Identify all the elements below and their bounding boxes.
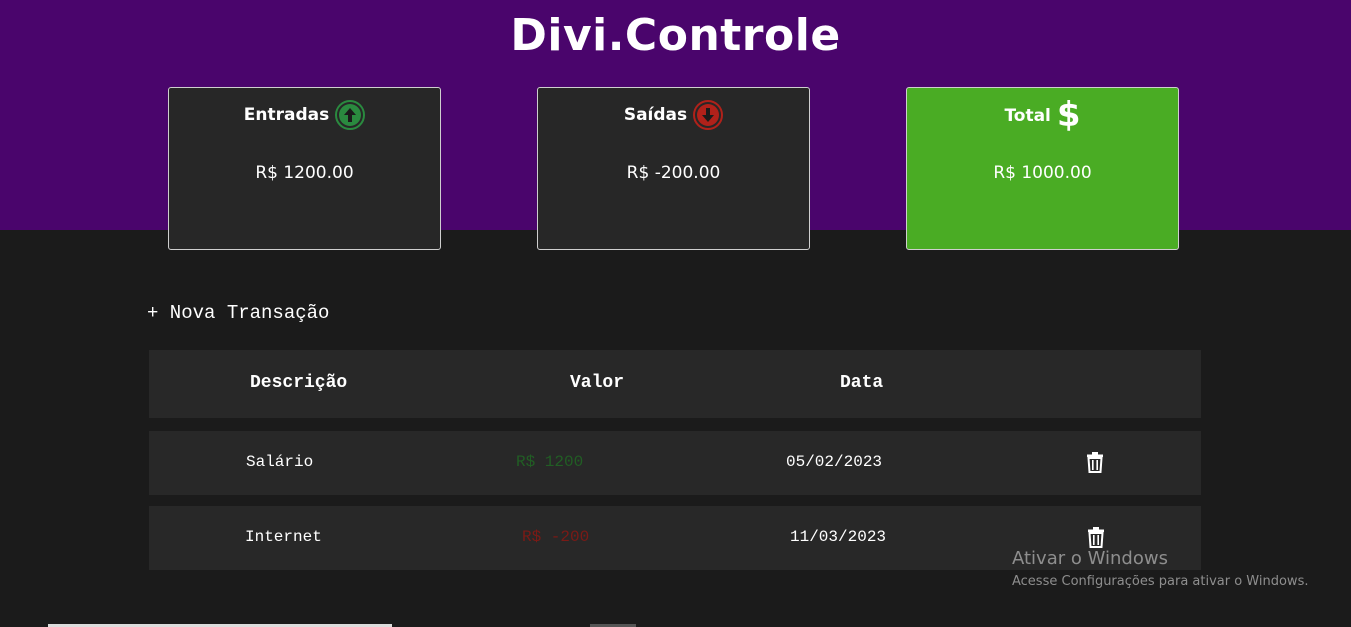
total-card-label: Total bbox=[1004, 106, 1051, 126]
income-card-value: R$ 1200.00 bbox=[255, 163, 354, 183]
expense-card-header: Saídas bbox=[538, 100, 809, 130]
total-card: Total $ R$ 1000.00 bbox=[906, 87, 1179, 250]
total-card-header: Total $ bbox=[907, 95, 1178, 135]
column-header-value: Valor bbox=[570, 373, 625, 393]
trash-icon bbox=[1087, 452, 1103, 473]
expense-card-label: Saídas bbox=[623, 105, 688, 125]
expense-card: Saídas R$ -200.00 bbox=[537, 87, 810, 250]
arrow-up-circle-icon bbox=[335, 100, 366, 130]
delete-transaction-button[interactable] bbox=[1086, 451, 1104, 473]
activation-watermark-subtitle: Acesse Configurações para ativar o Windo… bbox=[1012, 574, 1309, 589]
income-card: Entradas R$ 1200.00 bbox=[168, 87, 441, 250]
new-transaction-button[interactable]: + Nova Transação bbox=[147, 302, 329, 324]
total-card-value: R$ 1000.00 bbox=[993, 163, 1092, 183]
expense-card-value: R$ -200.00 bbox=[626, 163, 721, 183]
page: Divi.Controle Entradas R$ 1200.00 Saídas bbox=[0, 0, 1351, 627]
income-card-header: Entradas bbox=[169, 100, 440, 130]
table-header: Descrição Valor Data bbox=[149, 350, 1201, 418]
row-date: 11/03/2023 bbox=[790, 528, 887, 546]
row-date: 05/02/2023 bbox=[786, 453, 883, 471]
dollar-icon: $ bbox=[1056, 95, 1081, 135]
row-value: R$ -200 bbox=[522, 528, 590, 546]
column-header-description: Descrição bbox=[250, 373, 348, 393]
row-description: Internet bbox=[245, 528, 322, 546]
arrow-down-circle-icon bbox=[693, 100, 724, 130]
row-value: R$ 1200 bbox=[516, 453, 584, 471]
income-card-label: Entradas bbox=[243, 105, 330, 125]
row-description: Salário bbox=[246, 453, 314, 471]
activation-watermark-title: Ativar o Windows bbox=[1012, 548, 1168, 569]
table-row: Salário R$ 1200 05/02/2023 bbox=[149, 431, 1201, 495]
column-header-date: Data bbox=[840, 373, 884, 393]
trash-icon bbox=[1088, 527, 1104, 548]
delete-transaction-button[interactable] bbox=[1087, 526, 1105, 548]
app-title: Divi.Controle bbox=[510, 10, 841, 61]
